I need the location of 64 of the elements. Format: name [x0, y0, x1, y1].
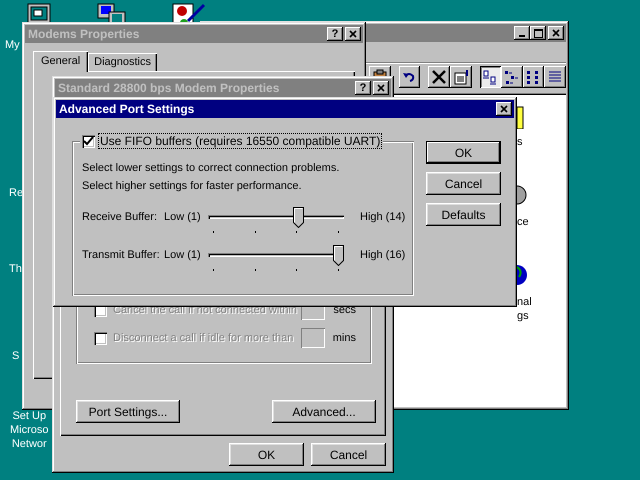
tick-mark: [213, 269, 214, 271]
close-button[interactable]: [548, 26, 564, 40]
slider-thumb[interactable]: [333, 245, 344, 266]
window-title: Modems Properties: [28, 27, 140, 41]
tick-mark: [338, 269, 339, 271]
close-button[interactable]: [345, 27, 361, 41]
dialog-button[interactable]: Cancel: [426, 172, 501, 195]
slider-label: Receive Buffer:: [82, 210, 158, 223]
window-title: Advanced Port Settings: [59, 102, 194, 116]
icon-label[interactable]: s: [517, 135, 522, 149]
help-button[interactable]: ?: [355, 81, 371, 95]
desktop-icon-label[interactable]: Re: [9, 186, 24, 200]
slider-label: Transmit Buffer:: [82, 248, 161, 261]
desktop-icon-label[interactable]: Set Up Microso Networ: [10, 409, 49, 451]
properties-button[interactable]: [450, 66, 472, 88]
maximize-icon: [534, 28, 542, 38]
slider-thumb[interactable]: [293, 207, 304, 228]
unit-label: secs: [333, 304, 356, 316]
dialog-button[interactable]: Cancel: [311, 443, 386, 466]
low-label: Low (1): [164, 210, 202, 223]
desktop-icon-label[interactable]: S: [12, 349, 20, 363]
checkbox[interactable]: [82, 134, 95, 148]
close-icon: [377, 84, 385, 92]
dialog-button[interactable]: OK: [426, 141, 501, 164]
icon-label[interactable]: ce: [517, 215, 529, 229]
high-label: High (16): [360, 248, 406, 261]
tab[interactable]: Diagnostics: [88, 53, 157, 71]
maximize-button[interactable]: [530, 26, 546, 40]
window-title: Standard 28800 bps Modem Properties: [58, 81, 280, 95]
list-button[interactable]: [522, 66, 544, 88]
minimize-button[interactable]: [514, 26, 530, 40]
desktop-icon-label[interactable]: My: [5, 38, 20, 52]
close-button[interactable]: [373, 81, 389, 95]
dialog-button[interactable]: Port Settings...: [76, 400, 180, 423]
large-icons-icon: [482, 69, 498, 85]
tick-mark: [338, 231, 339, 233]
dialog-button[interactable]: Advanced...: [272, 400, 376, 423]
option-label: Disconnect a call if idle for more than: [113, 332, 294, 344]
properties-icon: [452, 69, 469, 85]
help-button[interactable]: ?: [327, 27, 343, 41]
tick-mark: [213, 231, 214, 233]
delete-button[interactable]: [428, 66, 450, 88]
large-icons-button[interactable]: [480, 66, 502, 88]
high-label: High (14): [360, 210, 406, 223]
hint-text: Select higher settings for faster performance.: [82, 179, 302, 194]
hint-text: Select lower settings to correct connection problems.: [82, 161, 340, 176]
small-icons-button[interactable]: [501, 66, 523, 88]
tab[interactable]: General: [33, 51, 88, 72]
desktop-icon-label[interactable]: Th: [9, 262, 22, 276]
dialog-button[interactable]: OK: [229, 443, 304, 466]
computer-icon[interactable]: [27, 3, 53, 25]
close-button[interactable]: [496, 102, 512, 116]
unit-label: mins: [332, 332, 356, 344]
low-label: Low (1): [164, 248, 202, 261]
close-icon: [349, 30, 357, 38]
icon-label[interactable]: nal gs: [517, 295, 532, 323]
small-icons-icon: [504, 69, 520, 85]
close-icon: [552, 29, 560, 37]
dialog-button[interactable]: Defaults: [426, 203, 501, 226]
details-button[interactable]: [544, 66, 566, 88]
number-field[interactable]: [300, 328, 325, 348]
delete-icon: [431, 69, 448, 85]
undo-button[interactable]: [398, 66, 420, 88]
close-icon: [500, 105, 508, 113]
